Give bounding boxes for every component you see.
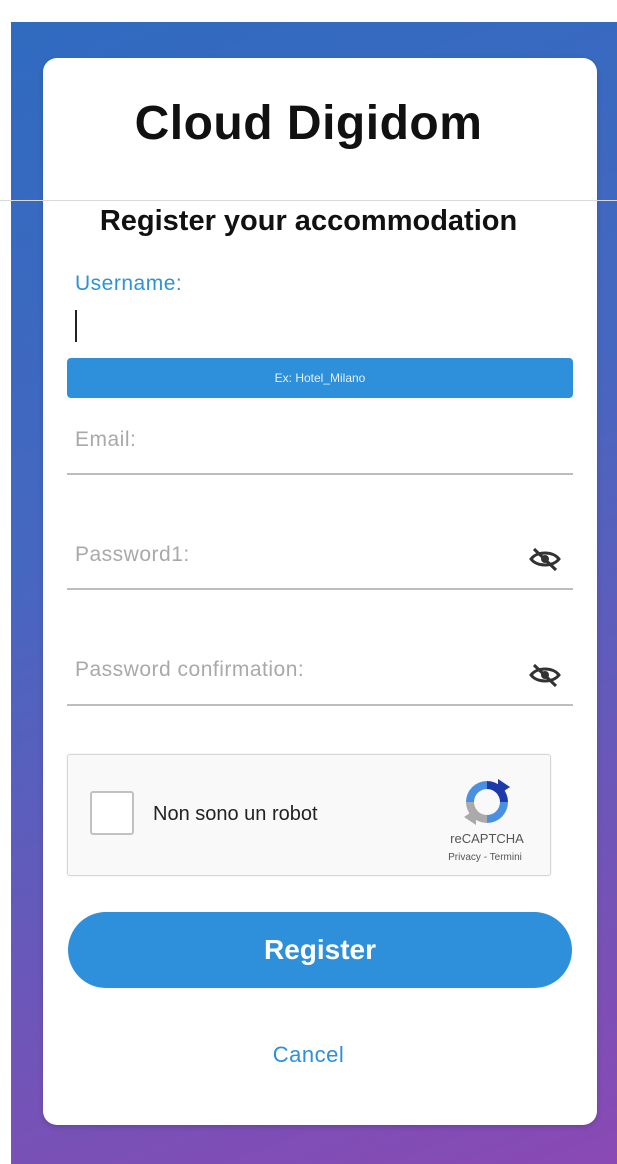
recaptcha-widget: Non sono un robot reCAPTCHA Privacy - Te… — [67, 754, 551, 876]
username-label: Username: — [75, 272, 183, 295]
eye-slash-icon[interactable] — [528, 661, 562, 689]
captcha-label: Non sono un robot — [153, 803, 318, 825]
password-confirmation-underline — [67, 704, 573, 706]
title-divider — [0, 200, 617, 201]
password-field[interactable]: Password1: — [75, 543, 190, 567]
username-input[interactable] — [75, 310, 77, 342]
cancel-link[interactable]: Cancel — [0, 1042, 617, 1068]
password-underline — [67, 588, 573, 590]
captcha-privacy-terms[interactable]: Privacy - Termini — [430, 852, 540, 863]
email-underline — [67, 473, 573, 475]
username-hint: Ex: Hotel_Milano — [67, 358, 573, 398]
captcha-checkbox[interactable] — [90, 791, 134, 835]
app-title: Cloud Digidom — [134, 97, 483, 150]
password-confirmation-field[interactable]: Password confirmation: — [75, 658, 304, 682]
email-field[interactable]: Email: — [75, 428, 136, 452]
recaptcha-logo-icon — [464, 779, 510, 825]
eye-slash-icon[interactable] — [528, 545, 562, 573]
captcha-brand: reCAPTCHA — [450, 831, 524, 846]
register-button[interactable]: Register — [68, 912, 572, 988]
page-subtitle: Register your accommodation — [99, 205, 518, 237]
